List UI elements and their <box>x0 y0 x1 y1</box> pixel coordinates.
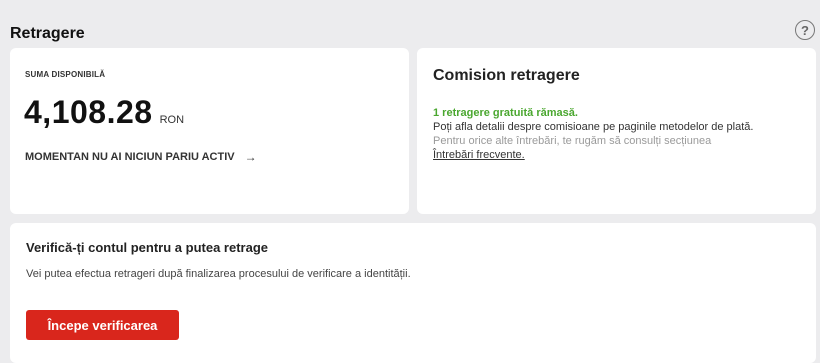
arrow-right-icon: → <box>244 150 257 164</box>
withdrawal-fee-card: Comision retragere 1 retragere gratuită … <box>417 48 816 214</box>
verification-text: Vei putea efectua retrageri după finaliz… <box>26 268 411 280</box>
verification-card: Verifică-ți contul pentru a putea retrag… <box>10 223 816 363</box>
verification-title: Verifică-ți contul pentru a putea retrag… <box>26 240 268 255</box>
active-bets-link-label: MOMENTAN NU AI NICIUN PARIU ACTIV <box>25 151 235 163</box>
faq-link[interactable]: Întrebări frecvente. <box>433 148 525 162</box>
free-withdrawal-text: 1 retragere gratuită rămasă. <box>433 107 578 119</box>
balance-amount: 4,108.28 <box>24 94 153 130</box>
fee-body: 1 retragere gratuită rămasă. Poți afla d… <box>433 106 783 162</box>
fee-title: Comision retragere <box>433 67 580 84</box>
page-title: Retragere <box>10 25 85 42</box>
active-bets-link[interactable]: MOMENTAN NU AI NICIUN PARIU ACTIV → <box>25 150 257 164</box>
balance-label: SUMA DISPONIBILĂ <box>25 70 106 79</box>
fee-help-text: Pentru orice alte întrebări, te rugăm să… <box>433 135 712 147</box>
balance-card: SUMA DISPONIBILĂ 4,108.28 RON MOMENTAN N… <box>10 48 409 214</box>
balance-amount-row: 4,108.28 RON <box>24 94 184 131</box>
help-icon[interactable]: ? <box>795 20 815 40</box>
fee-details-text: Poți afla detalii despre comisioane pe p… <box>433 121 754 133</box>
balance-currency: RON <box>159 114 185 126</box>
start-verification-button[interactable]: Începe verificarea <box>26 310 179 340</box>
